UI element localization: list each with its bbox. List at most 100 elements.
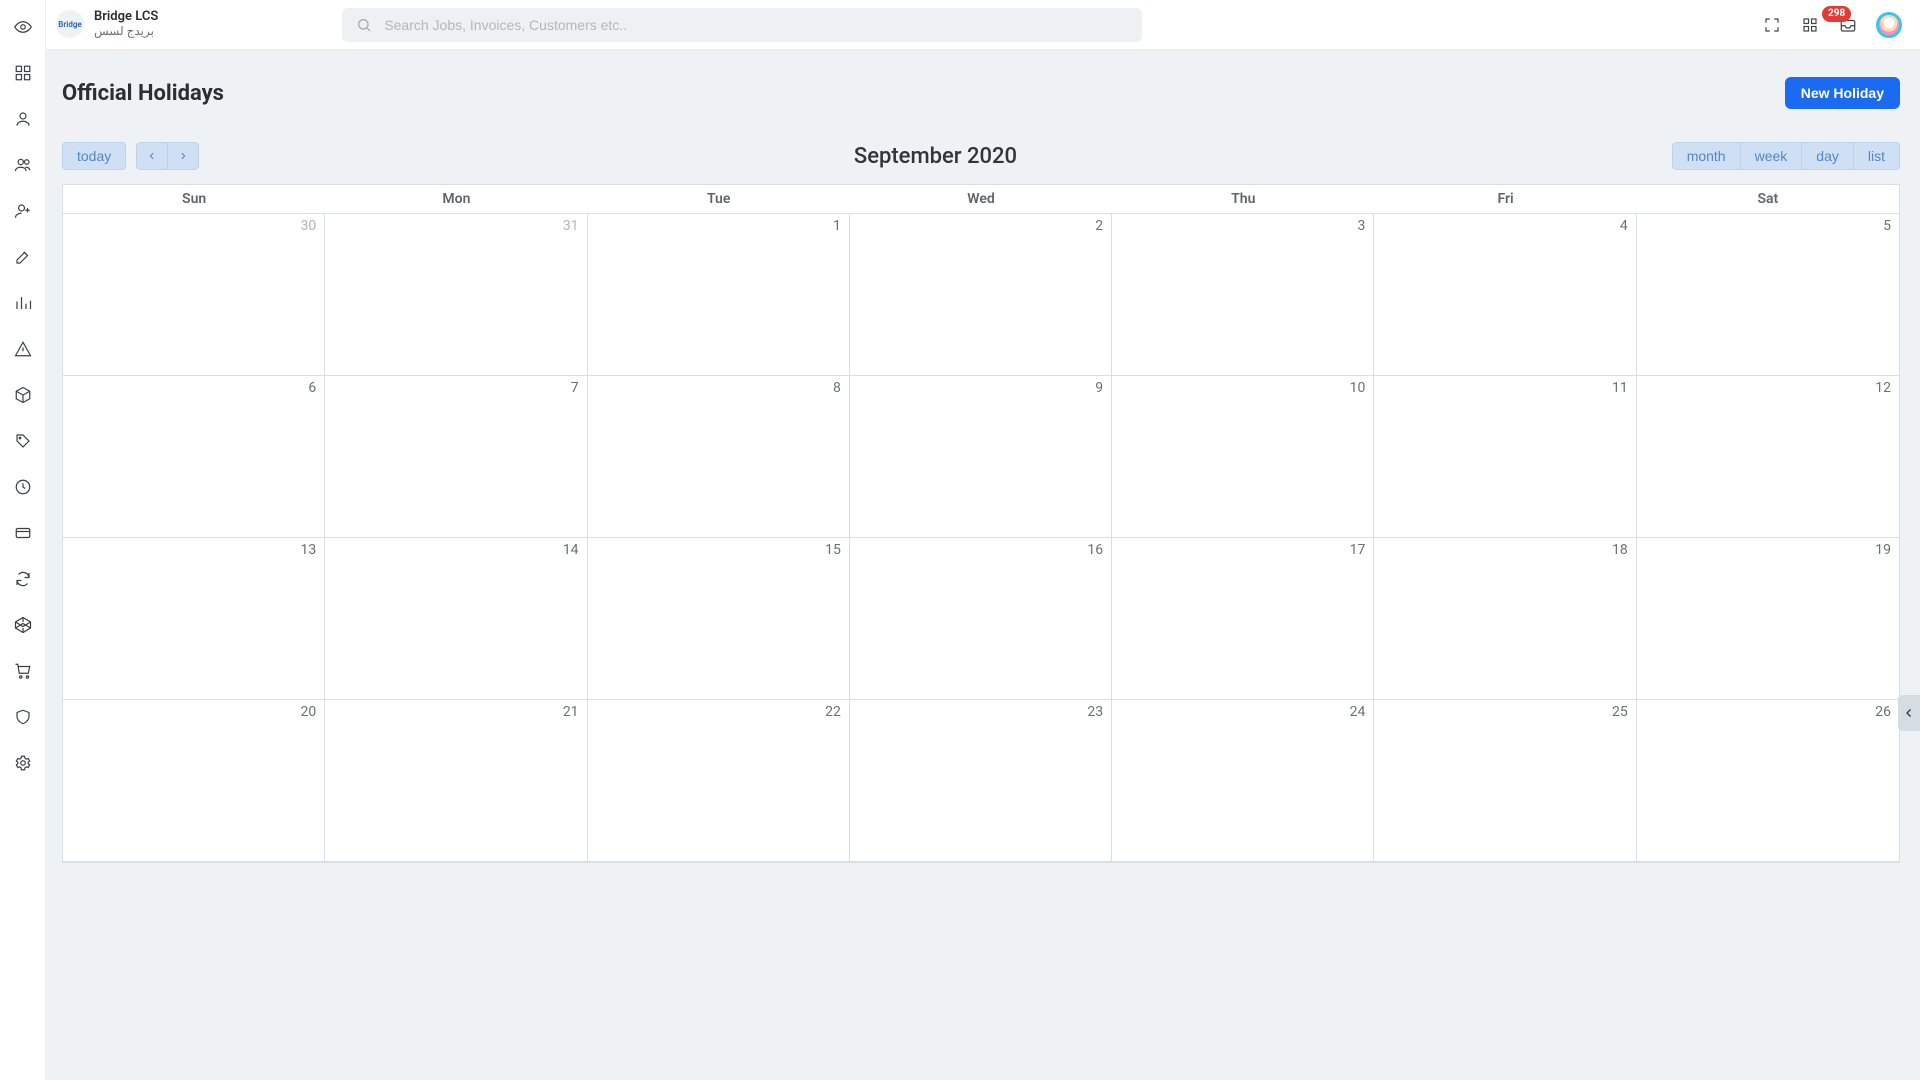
calendar-day-number: 17: [1112, 542, 1365, 558]
calendar-cell[interactable]: 25: [1374, 700, 1636, 862]
view-list-button[interactable]: list: [1854, 142, 1900, 170]
calendar-cell[interactable]: 1: [588, 214, 850, 376]
calendar-day-number: 13: [63, 542, 316, 558]
inbox-icon[interactable]: 298: [1838, 15, 1858, 35]
calendar-day-header: Sat: [1637, 185, 1899, 214]
view-month-button[interactable]: month: [1672, 142, 1741, 170]
view-day-button[interactable]: day: [1802, 142, 1854, 170]
calendar-cell[interactable]: 17: [1112, 538, 1374, 700]
shield-icon[interactable]: [11, 705, 35, 729]
tag-icon[interactable]: [11, 429, 35, 453]
calendar-cell[interactable]: 24: [1112, 700, 1374, 862]
user-add-icon[interactable]: [11, 199, 35, 223]
calendar-cell[interactable]: 4: [1374, 214, 1636, 376]
calendar-day-number: 19: [1637, 542, 1891, 558]
collapse-panel-button[interactable]: [1898, 695, 1920, 731]
calendar-day-number: 6: [63, 380, 316, 396]
calendar-cell[interactable]: 12: [1637, 376, 1899, 538]
avatar[interactable]: [1876, 12, 1902, 38]
chevron-right-icon: [178, 151, 188, 161]
calendar-cell[interactable]: 5: [1637, 214, 1899, 376]
calendar-cell[interactable]: 7: [325, 376, 587, 538]
calendar-cell[interactable]: 8: [588, 376, 850, 538]
calendar-day-number: 31: [325, 218, 578, 234]
gear-icon[interactable]: [11, 751, 35, 775]
new-holiday-button[interactable]: New Holiday: [1785, 77, 1900, 109]
calendar-cell[interactable]: 2: [850, 214, 1112, 376]
calendar-cell[interactable]: 13: [63, 538, 325, 700]
calendar-cell[interactable]: 16: [850, 538, 1112, 700]
calendar-cell[interactable]: 14: [325, 538, 587, 700]
calendar-day-number: 9: [850, 380, 1103, 396]
package-icon[interactable]: [11, 383, 35, 407]
page-title: Official Holidays: [62, 81, 224, 106]
calendar-cell[interactable]: 22: [588, 700, 850, 862]
calendar-cell[interactable]: 23: [850, 700, 1112, 862]
cart-icon[interactable]: [11, 659, 35, 683]
calendar-cell[interactable]: 20: [63, 700, 325, 862]
calendar-day-number: 12: [1637, 380, 1891, 396]
calendar-day-number: 10: [1112, 380, 1365, 396]
fullscreen-icon[interactable]: [1762, 15, 1782, 35]
calendar-cell[interactable]: 31: [325, 214, 587, 376]
calendar-cell[interactable]: 26: [1637, 700, 1899, 862]
calendar-cell[interactable]: 6: [63, 376, 325, 538]
calendar-day-header: Tue: [588, 185, 850, 214]
calendar-day-number: 8: [588, 380, 841, 396]
prev-button[interactable]: [136, 142, 168, 170]
clock-icon[interactable]: [11, 475, 35, 499]
brand[interactable]: Bridge Bridge LCS بريدج لسس: [56, 10, 158, 39]
user-icon[interactable]: [11, 107, 35, 131]
sidebar: [0, 0, 46, 1080]
next-button[interactable]: [168, 142, 199, 170]
edit-icon[interactable]: [11, 245, 35, 269]
calendar-title: September 2020: [854, 144, 1017, 169]
calendar-day-number: 15: [588, 542, 841, 558]
global-search[interactable]: [342, 8, 1142, 42]
calendar-day-number: 22: [588, 704, 841, 720]
calendar-day-number: 23: [850, 704, 1103, 720]
chevron-left-icon: [147, 151, 157, 161]
calendar-day-number: 1: [588, 218, 841, 234]
notification-badge: 298: [1822, 6, 1851, 22]
chevron-left-icon: [1903, 707, 1915, 719]
calendar: SunMonTueWedThuFriSat 303112345678910111…: [62, 184, 1900, 863]
calendar-day-header: Thu: [1112, 185, 1374, 214]
calendar-day-number: 5: [1637, 218, 1891, 234]
refresh-icon[interactable]: [11, 567, 35, 591]
card-icon[interactable]: [11, 521, 35, 545]
topbar: Bridge Bridge LCS بريدج لسس 298: [46, 0, 1920, 50]
calendar-cell[interactable]: 9: [850, 376, 1112, 538]
calendar-cell[interactable]: 10: [1112, 376, 1374, 538]
calendar-day-number: 14: [325, 542, 578, 558]
calendar-day-number: 16: [850, 542, 1103, 558]
eye-icon[interactable]: [11, 15, 35, 39]
calendar-cell[interactable]: 30: [63, 214, 325, 376]
calendar-cell[interactable]: 3: [1112, 214, 1374, 376]
calendar-cell[interactable]: 11: [1374, 376, 1636, 538]
view-week-button[interactable]: week: [1741, 142, 1803, 170]
brand-title: Bridge LCS: [94, 10, 158, 25]
brand-subtitle: بريدج لسس: [94, 25, 158, 39]
calendar-day-number: 20: [63, 704, 316, 720]
calendar-cell[interactable]: 18: [1374, 538, 1636, 700]
calendar-cell[interactable]: 21: [325, 700, 587, 862]
search-input[interactable]: [382, 16, 1128, 34]
calendar-day-number: 2: [850, 218, 1103, 234]
brand-logo: Bridge: [56, 10, 84, 38]
calendar-day-number: 26: [1637, 704, 1891, 720]
calendar-cell[interactable]: 15: [588, 538, 850, 700]
calendar-day-number: 21: [325, 704, 578, 720]
dashboard-icon[interactable]: [11, 61, 35, 85]
calendar-day-number: 25: [1374, 704, 1627, 720]
today-button[interactable]: today: [62, 142, 126, 170]
calendar-day-number: 3: [1112, 218, 1365, 234]
calendar-day-number: 30: [63, 218, 316, 234]
warning-icon[interactable]: [11, 337, 35, 361]
users-icon[interactable]: [11, 153, 35, 177]
chart-icon[interactable]: [11, 291, 35, 315]
calendar-day-header: Sun: [63, 185, 325, 214]
apps-icon[interactable]: [1800, 15, 1820, 35]
calendar-cell[interactable]: 19: [1637, 538, 1899, 700]
codepen-icon[interactable]: [11, 613, 35, 637]
